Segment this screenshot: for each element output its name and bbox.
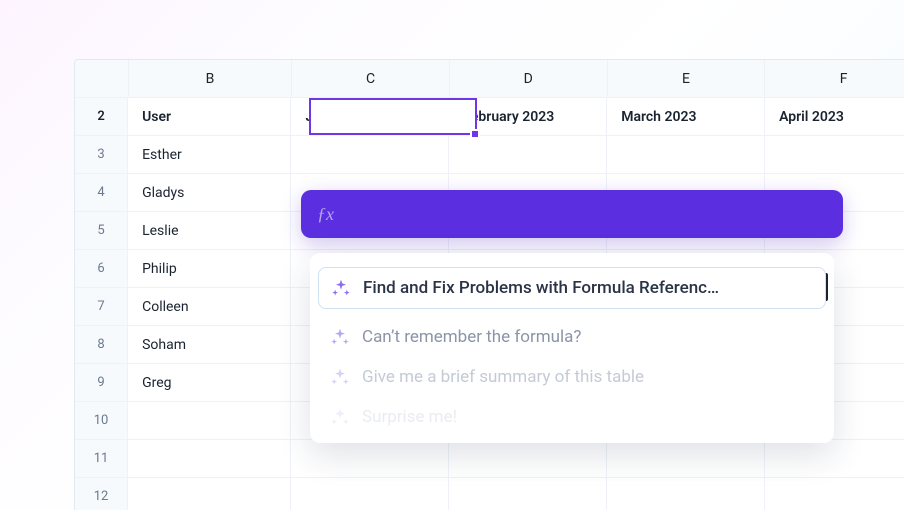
cell[interactable] <box>291 440 449 477</box>
suggestion-item[interactable]: Surprise me! <box>318 397 826 437</box>
cell[interactable] <box>607 478 765 510</box>
sparkle-icon <box>331 278 351 298</box>
cell[interactable] <box>765 136 904 173</box>
suggestion-item[interactable]: Find and Fix Problems with Formula Refer… <box>318 267 826 309</box>
col-header-f[interactable]: F <box>765 60 904 97</box>
row-number[interactable]: 12 <box>75 478 128 510</box>
row-number[interactable]: 6 <box>75 250 128 287</box>
header-mar[interactable]: March 2023 <box>607 98 765 135</box>
suggestion-item[interactable]: Can’t remember the formula? <box>318 317 826 357</box>
cell-user[interactable]: Gladys <box>128 174 291 211</box>
cell-user[interactable] <box>128 478 291 510</box>
cell[interactable] <box>607 136 765 173</box>
sparkle-icon <box>330 367 350 387</box>
cell[interactable] <box>449 440 607 477</box>
cell-user[interactable]: Colleen <box>128 288 291 325</box>
column-header-row: B C D E F <box>75 60 904 98</box>
ai-suggestions-panel: Find and Fix Problems with Formula Refer… <box>310 253 834 443</box>
suggestion-label: Give me a brief summary of this table <box>362 367 814 387</box>
cell[interactable] <box>449 136 607 173</box>
suggestion-item[interactable]: Give me a brief summary of this table <box>318 357 826 397</box>
cell[interactable] <box>765 440 904 477</box>
cell-user[interactable]: Leslie <box>128 212 291 249</box>
sparkle-icon <box>330 407 350 427</box>
row-number[interactable]: 4 <box>75 174 128 211</box>
header-user[interactable]: User <box>128 98 291 135</box>
fx-icon: ƒx <box>317 204 334 225</box>
corner-cell <box>75 60 129 97</box>
cell-user[interactable]: Soham <box>128 326 291 363</box>
row-number[interactable]: 11 <box>75 440 128 477</box>
formula-bar[interactable]: ƒx <box>301 190 843 238</box>
cell[interactable] <box>291 136 449 173</box>
row-number[interactable]: 9 <box>75 364 128 401</box>
cell-user[interactable] <box>128 402 291 439</box>
col-header-e[interactable]: E <box>608 60 766 97</box>
row-number[interactable]: 8 <box>75 326 128 363</box>
table-header-row: 2 User January 2023 February 2023 March … <box>75 98 904 136</box>
row-number[interactable]: 7 <box>75 288 128 325</box>
cell[interactable] <box>291 478 449 510</box>
cell[interactable] <box>607 440 765 477</box>
row-number[interactable]: 3 <box>75 136 128 173</box>
header-apr[interactable]: April 2023 <box>765 98 904 135</box>
sparkle-icon <box>330 327 350 347</box>
cell-user[interactable]: Esther <box>128 136 291 173</box>
row-number[interactable]: 10 <box>75 402 128 439</box>
cell-user[interactable] <box>128 440 291 477</box>
suggestion-label: Can’t remember the formula? <box>362 327 814 347</box>
header-jan[interactable]: January 2023 <box>291 98 449 135</box>
cell[interactable] <box>449 478 607 510</box>
header-feb[interactable]: February 2023 <box>449 98 607 135</box>
cell-user[interactable]: Philip <box>128 250 291 287</box>
suggestion-label: Find and Fix Problems with Formula Refer… <box>363 278 813 298</box>
col-header-b[interactable]: B <box>129 60 292 97</box>
row-number[interactable]: 2 <box>75 98 128 135</box>
cell-user[interactable]: Greg <box>128 364 291 401</box>
col-header-d[interactable]: D <box>450 60 608 97</box>
row-number[interactable]: 5 <box>75 212 128 249</box>
suggestion-label: Surprise me! <box>362 407 814 427</box>
col-header-c[interactable]: C <box>292 60 450 97</box>
formula-input[interactable] <box>344 206 827 223</box>
cell[interactable] <box>765 478 904 510</box>
